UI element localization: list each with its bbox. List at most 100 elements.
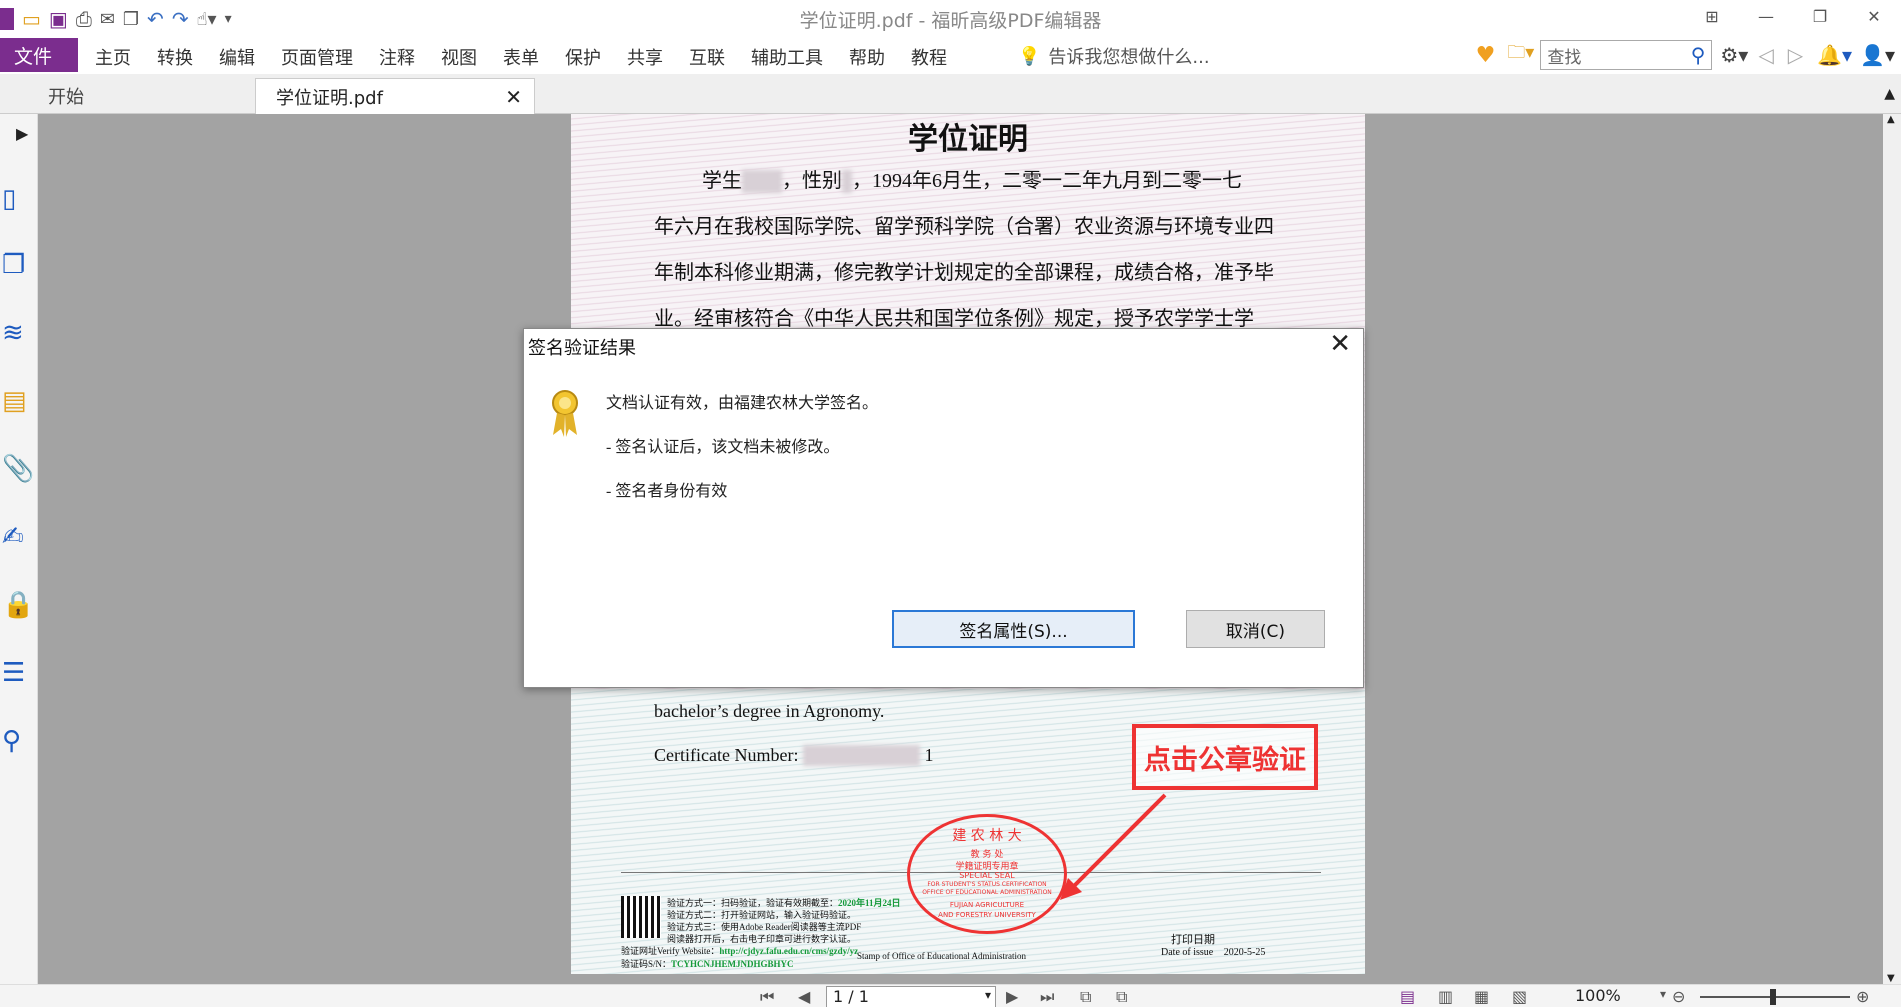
vertical-scrollbar[interactable]: ▲ ▼ — [1883, 114, 1901, 984]
redacted-name: xxxx — [742, 170, 782, 193]
redacted-cert-number: xxxxxxxxxxxxx — [802, 745, 920, 766]
next-page-icon[interactable]: ▶ — [1006, 987, 1018, 1006]
dialog-line-1: 文档认证有效，由福建农林大学签名。 — [606, 395, 879, 412]
search-icon[interactable]: ⚲ — [1691, 43, 1706, 67]
seal-top-text: 建 农 林 大 — [952, 828, 1022, 844]
facing-view-icon[interactable]: ▦ — [1474, 987, 1489, 1006]
issue-date: 2020-5-25 — [1223, 947, 1266, 958]
window-title: 学位证明.pdf - 福昕高级PDF编辑器 — [799, 10, 1102, 32]
fields-icon[interactable]: ☰ — [2, 658, 30, 692]
cert-number-line: Certificate Number: xxxxxxxxxxxxx 1 — [654, 745, 933, 766]
english-line: bachelor’s degree in Agronomy. — [654, 701, 885, 721]
menu-tutorial[interactable]: 教程 — [911, 44, 947, 70]
scroll-up-icon[interactable]: ▲ — [1887, 114, 1895, 125]
search-tool-icon[interactable]: ⚲ — [2, 726, 30, 760]
zoom-dropdown-icon[interactable]: ▾ — [1660, 987, 1666, 1001]
page-number-input[interactable]: 1 / 1 ▾ — [826, 986, 996, 1007]
single-page-view-icon[interactable]: ▤ — [1400, 987, 1415, 1006]
restore-button[interactable]: ❐ — [1793, 0, 1847, 32]
verify-date: 2020年11月24日 — [838, 898, 901, 908]
comments-icon[interactable]: ▤ — [2, 386, 30, 420]
dialog-line-3: - 签名者身份有效 — [606, 483, 728, 500]
zoom-slider[interactable] — [1700, 989, 1850, 1005]
search-input[interactable]: 查找 ⚲ — [1540, 40, 1713, 70]
continuous-view-icon[interactable]: ▥ — [1438, 987, 1453, 1006]
gender-label: ，性别 — [782, 170, 842, 192]
continuous-facing-view-icon[interactable]: ▧ — [1512, 987, 1527, 1006]
security-icon[interactable]: 🔒 — [2, 590, 34, 624]
close-tab-icon[interactable]: ✕ — [505, 85, 522, 109]
heart-icon[interactable]: ♥ — [1476, 43, 1496, 68]
callout-arrow — [1060, 793, 1167, 900]
dialog-close-icon[interactable]: ✕ — [1329, 329, 1351, 359]
layers-icon[interactable]: ≋ — [2, 318, 30, 352]
next-view-icon[interactable]: ⧉ — [1116, 987, 1127, 1007]
page-dropdown-icon[interactable]: ▾ — [985, 988, 991, 1002]
cancel-button[interactable]: 取消(C) — [1186, 610, 1325, 648]
doc-line-3: 年制本科修业期满，修完教学计划规定的全部课程，成绩合格，准予毕 — [654, 262, 1274, 284]
menu-page-management[interactable]: 页面管理 — [281, 44, 353, 70]
menu-accessibility[interactable]: 辅助工具 — [751, 44, 823, 70]
verify-site-url[interactable]: http://cjdyz.fafu.edu.cn/cms/gzdy/yz — [719, 946, 858, 956]
issue-label: Date of issue — [1161, 947, 1214, 958]
menu-connect[interactable]: 互联 — [689, 44, 725, 70]
ribbon-menu: 文件 主页 转换 编辑 页面管理 注释 视图 表单 保护 共享 互联 辅助工具 … — [0, 36, 1901, 74]
zoom-in-icon[interactable]: ⊕ — [1856, 987, 1869, 1006]
doc-line-1: 学生xxxx，性别x，1994年6月生，二零一二年九月到二零一七 — [654, 164, 1242, 193]
menu-home[interactable]: 主页 — [95, 44, 131, 70]
seal-en2: FOR STUDENT'S STATUS CERTIFICATION — [927, 881, 1047, 888]
scroll-down-icon[interactable]: ▼ — [1887, 973, 1895, 984]
zoom-out-icon[interactable]: ⊖ — [1672, 987, 1685, 1006]
bookmark-icon[interactable]: ▯ — [2, 184, 30, 218]
file-menu-button[interactable]: 文件 — [0, 38, 78, 72]
tab-start[interactable]: 开始 — [30, 78, 260, 114]
tab-document[interactable]: 学位证明.pdf ✕ — [255, 78, 535, 114]
ribbon-toggle-icon[interactable]: ⊞ — [1685, 0, 1739, 32]
menu-view[interactable]: 视图 — [441, 44, 477, 70]
student-prefix: 学生 — [702, 170, 742, 192]
page-number-text: 1 / 1 — [833, 987, 869, 1006]
user-icon[interactable]: 👤▾ — [1860, 43, 1895, 67]
menu-protect[interactable]: 保护 — [565, 44, 601, 70]
close-window-button[interactable]: ✕ — [1847, 0, 1901, 32]
qr-code — [621, 896, 661, 938]
zoom-level[interactable]: 100% — [1575, 986, 1621, 1005]
title-bar: ▭ ▣ ⎙ ✉ ❐ ↶ ↷ ☝▾ ▾ 学位证明.pdf - 福昕高级PDF编辑器… — [0, 0, 1901, 36]
doc-line-4: 业。经审核符合《中华人民共和国学位条例》规定，授予农学学士学 — [654, 308, 1254, 330]
folder-search-icon[interactable]: 🗀▾ — [1507, 40, 1534, 70]
pages-icon[interactable]: ❐ — [2, 250, 30, 284]
zoom-slider-thumb[interactable] — [1770, 989, 1776, 1005]
seal-en5: AND FORESTRY UNIVERSITY — [938, 911, 1036, 919]
first-page-icon[interactable]: ⏮ — [760, 987, 774, 1007]
prev-page-icon[interactable]: ◀ — [798, 987, 810, 1006]
signature-icon[interactable]: ✍ — [2, 522, 30, 556]
menu-items: 主页 转换 编辑 页面管理 注释 视图 表单 保护 共享 互联 辅助工具 帮助 … — [95, 44, 973, 70]
signature-validation-dialog: 签名验证结果 ✕ 文档认证有效，由福建农林大学签名。 - 签名认证后，该文档未被… — [523, 328, 1364, 688]
attachment-icon[interactable]: 📎 — [2, 454, 34, 488]
gear-icon[interactable]: ⚙▾ — [1720, 43, 1748, 67]
official-seal[interactable]: 建 农 林 大 教 务 处 学籍证明专用章 SPECIAL SEAL FOR S… — [907, 814, 1067, 934]
menu-share[interactable]: 共享 — [627, 44, 663, 70]
menu-form[interactable]: 表单 — [503, 44, 539, 70]
forward-icon[interactable]: ▷ — [1788, 43, 1803, 67]
right-tools: ♥ 🗀▾ 查找 ⚲ ⚙▾ ◁ ▷ 🔔▾ 👤▾ — [1476, 40, 1901, 70]
tab-document-label: 学位证明.pdf — [276, 87, 383, 109]
tab-list-icon[interactable]: ▲ — [1884, 86, 1895, 102]
tell-me-box[interactable]: 💡 告诉我您想做什么... — [1018, 43, 1210, 69]
dialog-line-2: - 签名认证后，该文档未被修改。 — [606, 439, 840, 456]
issue-date-line: Date of issue 2020-5-25 — [1161, 947, 1265, 958]
back-icon[interactable]: ◁ — [1758, 43, 1773, 67]
last-page-icon[interactable]: ⏭ — [1040, 987, 1054, 1007]
menu-comment[interactable]: 注释 — [379, 44, 415, 70]
menu-edit[interactable]: 编辑 — [219, 44, 255, 70]
minimize-button[interactable]: — — [1739, 0, 1793, 32]
prev-view-icon[interactable]: ⧉ — [1080, 987, 1091, 1007]
seal-en3: OFFICE OF EDUCATIONAL ADMINISTRATION — [922, 889, 1052, 896]
menu-help[interactable]: 帮助 — [849, 44, 885, 70]
status-bar: ⏮ ◀ 1 / 1 ▾ ▶ ⏭ ⧉ ⧉ ▤ ▥ ▦ ▧ 100% ▾ ⊖ ⊕ — [0, 984, 1901, 1007]
bell-icon[interactable]: 🔔▾ — [1817, 43, 1852, 67]
verify-sn-label: 验证码S/N： — [621, 959, 672, 969]
menu-convert[interactable]: 转换 — [157, 44, 193, 70]
signature-properties-button[interactable]: 签名属性(S)... — [892, 610, 1135, 648]
cert-number-tail: 1 — [924, 745, 934, 765]
